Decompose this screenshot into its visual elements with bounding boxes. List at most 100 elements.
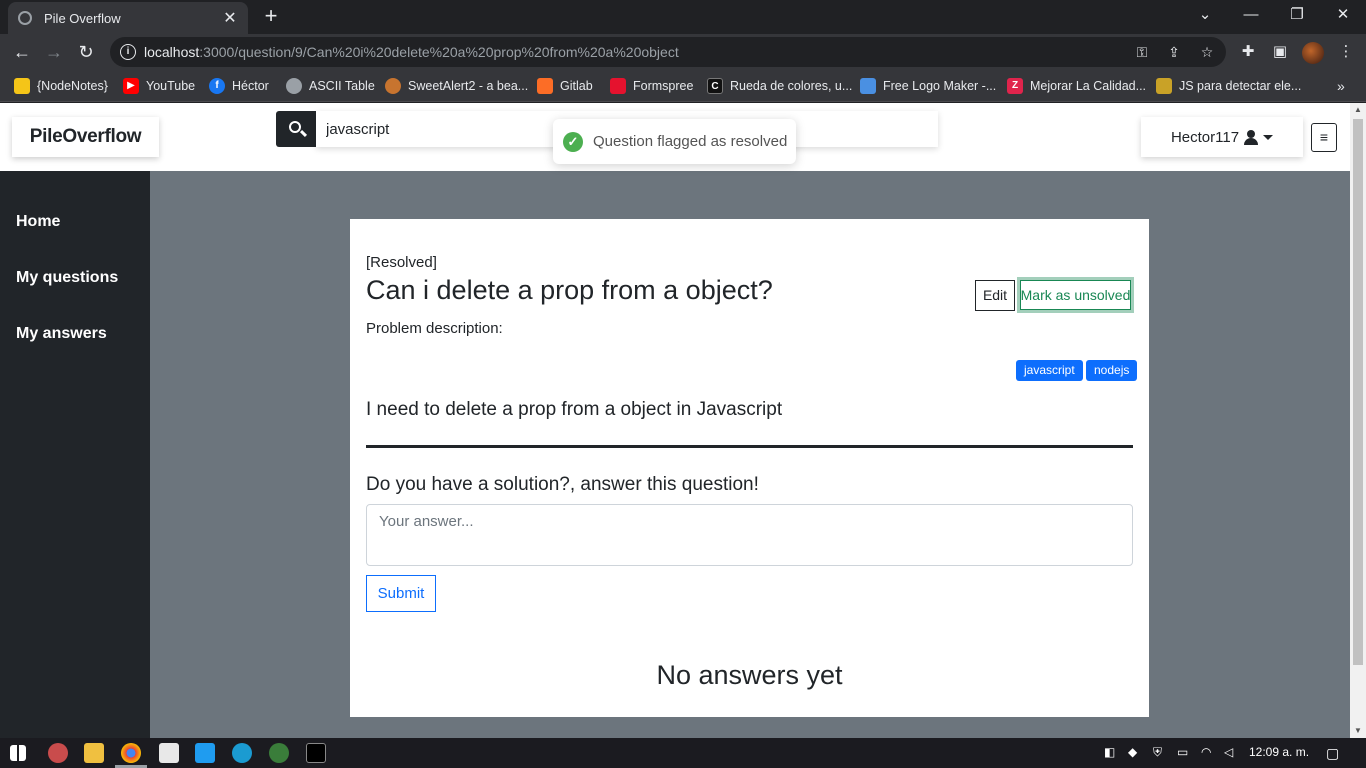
side-panel-icon[interactable]: ▣ [1266, 38, 1294, 66]
back-icon[interactable]: ← [8, 38, 36, 66]
color-wheel-icon: C [707, 78, 723, 94]
restore-button[interactable]: ❐ [1274, 0, 1320, 32]
chevron-down-icon [1263, 134, 1274, 140]
notifications-icon[interactable]: ▢ [1326, 745, 1339, 762]
chrome-icon[interactable] [121, 743, 141, 763]
app-icon[interactable] [232, 743, 252, 763]
url-host: localhost [144, 44, 200, 60]
gitlab-icon [537, 78, 553, 94]
bookmark-item[interactable]: SweetAlert2 - a bea... [385, 76, 528, 96]
bookmark-favicon-icon [14, 78, 30, 94]
address-bar[interactable]: i localhost:3000/question/9/Can%20i%20de… [110, 37, 1226, 67]
site-info-icon[interactable]: i [120, 44, 136, 60]
windows-start-icon[interactable] [10, 745, 26, 761]
answer-textarea[interactable] [366, 504, 1133, 566]
formspree-icon [610, 78, 626, 94]
security-icon[interactable]: ⛨ [1153, 745, 1162, 760]
notepad-icon[interactable] [159, 743, 179, 763]
browser-toolbar: ← → ↻ i localhost:3000/question/9/Can%20… [0, 34, 1366, 70]
bookmark-item[interactable]: Free Logo Maker -... [860, 76, 996, 96]
app-icon[interactable] [269, 743, 289, 763]
bookmark-item[interactable]: Gitlab [537, 76, 593, 96]
username: Hector117 [1170, 128, 1240, 146]
wifi-icon[interactable]: ◠ [1201, 745, 1211, 759]
tab-search-icon[interactable]: ⌄ [1182, 0, 1228, 32]
scroll-thumb[interactable] [1353, 119, 1363, 665]
bookmark-item[interactable]: ▶ YouTube [123, 76, 195, 96]
app-icon[interactable] [48, 743, 68, 763]
profile-avatar[interactable] [1302, 42, 1324, 64]
teams-icon[interactable]: ◆ [1128, 745, 1137, 759]
minimize-button[interactable]: — [1228, 0, 1274, 32]
os-taskbar: ◧ ◆ ⛨ ▭ ◠ ◁ 12:09 a. m. ▢ [0, 738, 1366, 768]
tray-app-icon[interactable]: ◧ [1104, 745, 1115, 759]
menu-kebab-icon[interactable]: ⋮ [1332, 38, 1360, 66]
sweetalert-icon [385, 78, 401, 94]
tab-title: Pile Overflow [44, 10, 121, 26]
tag-javascript[interactable]: javascript [1016, 360, 1083, 381]
question-title: Can i delete a prop from a object? [366, 275, 773, 305]
sidebar-item-home[interactable]: Home [16, 213, 60, 231]
brand-logo[interactable]: PileOverflow [12, 117, 159, 157]
new-tab-button[interactable]: + [258, 4, 284, 30]
battery-icon[interactable]: ▭ [1177, 745, 1188, 759]
bookmark-star-icon[interactable]: ☆ [1195, 37, 1219, 67]
empty-answers-text: No answers yet [656, 660, 843, 690]
bookmark-favicon-icon [1156, 78, 1172, 94]
vscode-icon[interactable] [195, 743, 215, 763]
question-card: [Resolved] Can i delete a prop from a ob… [350, 219, 1149, 717]
bookmark-item[interactable]: Z Mejorar La Calidad... [1007, 76, 1146, 96]
close-window-button[interactable]: ✕ [1320, 0, 1366, 32]
bookmark-item[interactable]: JS para detectar ele... [1156, 76, 1301, 96]
sidebar: Home My questions My answers [0, 171, 150, 738]
page-viewport: PileOverflow ✓ Question flagged as resol… [0, 103, 1350, 738]
page-scrollbar[interactable]: ▲ ▼ [1350, 103, 1366, 738]
bookmark-item[interactable]: Formspree [610, 76, 693, 96]
zyro-icon: Z [1007, 78, 1023, 94]
bookmark-item[interactable]: {NodeNotes} [14, 76, 108, 96]
edit-button[interactable]: Edit [975, 280, 1015, 311]
youtube-icon: ▶ [123, 78, 139, 94]
taskbar-clock[interactable]: 12:09 a. m. [1249, 745, 1309, 759]
browser-titlebar: Pile Overflow ✕ + ⌄ — ❐ ✕ [0, 0, 1366, 34]
forward-icon[interactable]: → [40, 38, 68, 66]
share-icon[interactable]: ⇪ [1162, 37, 1186, 67]
bookmarks-bar: {NodeNotes} ▶ YouTube f Héctor ASCII Table… [0, 70, 1366, 102]
answer-heading: Do you have a solution?, answer this que… [366, 474, 759, 495]
facebook-icon: f [209, 78, 225, 94]
mark-unsolved-button[interactable]: Mark as unsolved [1017, 277, 1134, 313]
sidebar-item-my-answers[interactable]: My answers [16, 325, 107, 343]
browser-tab[interactable]: Pile Overflow ✕ [8, 2, 248, 34]
divider [366, 445, 1133, 448]
bookmark-item[interactable]: f Héctor [209, 76, 269, 96]
key-icon[interactable]: ⚿ [1130, 37, 1154, 67]
terminal-icon[interactable] [306, 743, 326, 763]
reload-icon[interactable]: ↻ [72, 38, 100, 66]
more-bookmarks-icon[interactable]: » [1337, 76, 1345, 96]
check-icon: ✓ [563, 131, 583, 152]
globe-icon [18, 11, 32, 25]
user-menu-button[interactable]: Hector117 [1141, 117, 1303, 157]
bookmark-item[interactable]: ASCII Table [286, 76, 375, 96]
app-navbar: PileOverflow ✓ Question flagged as resol… [0, 103, 1350, 171]
search-button[interactable] [276, 111, 316, 147]
globe-icon [286, 78, 302, 94]
volume-icon[interactable]: ◁ [1224, 745, 1233, 759]
file-explorer-icon[interactable] [84, 743, 104, 763]
bookmark-item[interactable]: C Rueda de colores, u... [707, 76, 852, 96]
description-label: Problem description: [366, 320, 503, 337]
scroll-down-icon[interactable]: ▼ [1350, 724, 1366, 738]
logo-maker-icon [860, 78, 876, 94]
url-path: :3000/question/9/Can%20i%20delete%20a%20… [199, 44, 679, 60]
close-tab-icon[interactable]: ✕ [222, 8, 238, 28]
sidebar-item-my-questions[interactable]: My questions [16, 269, 118, 287]
extensions-icon[interactable]: ✚ [1234, 38, 1262, 66]
submit-button[interactable]: Submit [366, 575, 436, 612]
success-toast: ✓ Question flagged as resolved [553, 119, 796, 164]
scroll-up-icon[interactable]: ▲ [1350, 103, 1366, 117]
question-body: I need to delete a prop from a object in… [366, 399, 783, 420]
toast-message: Question flagged as resolved [593, 133, 788, 150]
tag-nodejs[interactable]: nodejs [1086, 360, 1138, 381]
hamburger-menu-button[interactable]: ≡ [1311, 123, 1337, 152]
user-icon [1244, 129, 1259, 145]
